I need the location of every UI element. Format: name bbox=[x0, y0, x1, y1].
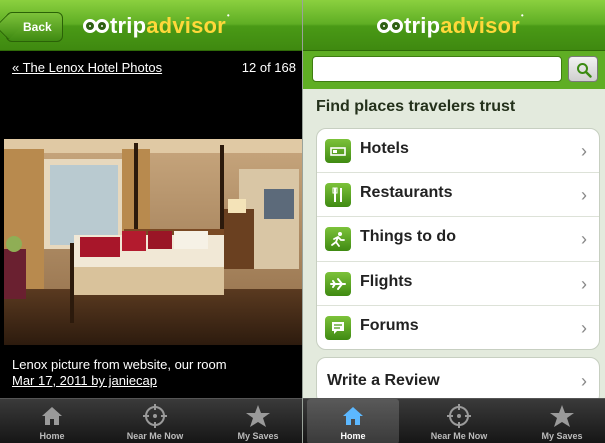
owl-eyes-icon bbox=[83, 19, 109, 33]
menu-item-label: Forums bbox=[360, 316, 419, 334]
crosshair-icon bbox=[447, 404, 471, 428]
chevron-right-icon: › bbox=[581, 185, 587, 206]
tab-label: Near Me Now bbox=[126, 431, 184, 441]
tab-label: Home bbox=[340, 431, 366, 441]
tripadvisor-logo: trip advisor • bbox=[83, 11, 230, 41]
star-icon bbox=[246, 405, 270, 427]
search-bar bbox=[303, 51, 605, 89]
speech-bubble-icon bbox=[325, 315, 351, 340]
page-heading: Find places travelers trust bbox=[316, 98, 516, 115]
chevron-right-icon: › bbox=[581, 317, 587, 338]
tab-bar: Home Near Me Now My Saves bbox=[303, 398, 605, 443]
tab-near-me-now[interactable]: Near Me Now bbox=[417, 399, 501, 443]
tripadvisor-logo: trip advisor • bbox=[377, 11, 524, 41]
chevron-right-icon: › bbox=[581, 273, 587, 294]
photo-nav-bar: « The Lenox Hotel Photos 12 of 168 bbox=[0, 51, 302, 85]
home-icon bbox=[42, 407, 62, 425]
logo-trademark: • bbox=[226, 11, 230, 20]
photo-viewer-screen: Back trip advisor • « The Lenox Hotel Phot… bbox=[0, 0, 302, 443]
logo-word-advisor: advisor bbox=[440, 13, 520, 38]
menu-item-flights[interactable]: Flights › bbox=[317, 262, 599, 306]
caption-text: Lenox picture from website, our room bbox=[12, 357, 227, 372]
running-person-icon bbox=[325, 227, 351, 252]
fork-knife-icon bbox=[325, 183, 351, 208]
menu-item-forums[interactable]: Forums › bbox=[317, 306, 599, 349]
chevron-right-icon: › bbox=[581, 371, 587, 391]
chevron-right-icon: › bbox=[581, 229, 587, 250]
logo-trademark: • bbox=[520, 11, 524, 20]
home-icon bbox=[343, 407, 363, 425]
hotel-room-image bbox=[4, 139, 302, 345]
photo-counter: 12 of 168 bbox=[241, 60, 296, 75]
tab-my-saves[interactable]: My Saves bbox=[525, 399, 599, 443]
airplane-icon bbox=[325, 271, 351, 296]
logo-word-trip: trip bbox=[110, 13, 147, 38]
tab-label: Home bbox=[39, 431, 65, 441]
search-input[interactable] bbox=[312, 56, 562, 82]
category-menu: Hotels › Restaurants › Things to do › Fl… bbox=[316, 128, 600, 350]
tab-label: My Saves bbox=[237, 431, 279, 441]
bed-icon bbox=[325, 139, 351, 163]
menu-item-label: Things to do bbox=[360, 228, 456, 246]
hotel-room-photo[interactable] bbox=[4, 139, 302, 345]
top-bar: Back trip advisor • bbox=[0, 0, 302, 51]
menu-item-label: Flights bbox=[360, 272, 413, 290]
search-icon bbox=[577, 63, 592, 78]
tab-label: My Saves bbox=[541, 431, 583, 441]
logo-word-advisor: advisor bbox=[146, 13, 226, 38]
caption-author-link[interactable]: Mar 17, 2011 by janiecap bbox=[12, 373, 227, 389]
photo-caption: Lenox picture from website, our room Mar… bbox=[12, 357, 227, 389]
back-button-label: Back bbox=[23, 20, 52, 34]
logo-word-trip: trip bbox=[404, 13, 441, 38]
menu-item-restaurants[interactable]: Restaurants › bbox=[317, 173, 599, 218]
owl-eyes-icon bbox=[377, 19, 403, 33]
menu-item-things-to-do[interactable]: Things to do › bbox=[317, 217, 599, 262]
home-screen: trip advisor • Find places travelers trust… bbox=[303, 0, 605, 443]
crosshair-icon bbox=[143, 404, 167, 428]
menu-item-label: Restaurants bbox=[360, 184, 453, 202]
chevron-right-icon: › bbox=[581, 141, 587, 161]
write-review-label: Write a Review bbox=[327, 372, 440, 389]
tab-my-saves[interactable]: My Saves bbox=[222, 399, 294, 443]
tab-near-me-now[interactable]: Near Me Now bbox=[113, 399, 197, 443]
search-button[interactable] bbox=[568, 56, 598, 82]
menu-item-hotels[interactable]: Hotels › bbox=[317, 129, 599, 174]
back-button[interactable]: Back bbox=[6, 12, 63, 42]
tab-bar: Home Near Me Now My Saves bbox=[0, 398, 302, 443]
star-icon bbox=[550, 405, 574, 427]
menu-item-label: Hotels bbox=[360, 140, 409, 157]
tab-home[interactable]: Home bbox=[307, 399, 399, 443]
tab-home[interactable]: Home bbox=[14, 399, 90, 443]
top-bar: trip advisor • bbox=[303, 0, 605, 51]
hotel-photos-link[interactable]: « The Lenox Hotel Photos bbox=[12, 60, 162, 75]
tab-label: Near Me Now bbox=[430, 431, 488, 441]
